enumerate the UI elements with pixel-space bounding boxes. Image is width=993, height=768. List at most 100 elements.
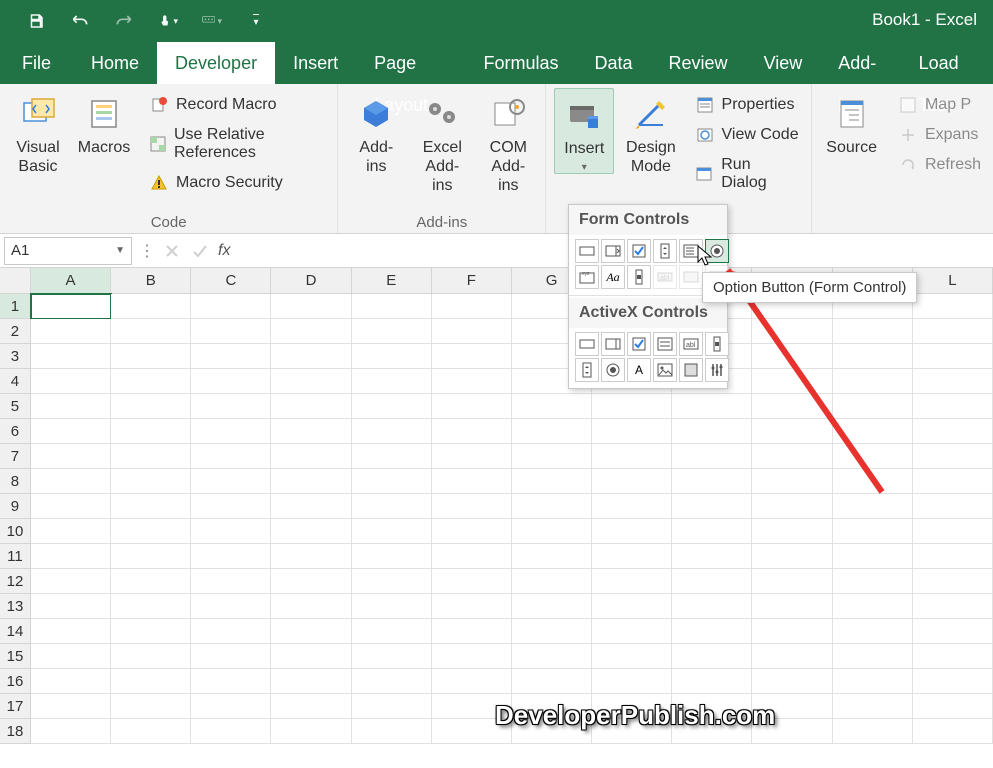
excel-addins-button[interactable]: Excel Add-ins <box>412 88 472 196</box>
form-groupbox-icon[interactable]: xyz <box>575 265 599 289</box>
cell[interactable] <box>913 519 993 544</box>
cell[interactable] <box>271 344 351 369</box>
cell[interactable] <box>191 569 271 594</box>
cell[interactable] <box>31 344 111 369</box>
tab-formulas[interactable]: Formulas <box>465 42 576 84</box>
row-header[interactable]: 14 <box>0 619 31 644</box>
cell[interactable] <box>271 669 351 694</box>
cell[interactable] <box>913 344 993 369</box>
tab-view[interactable]: View <box>746 42 821 84</box>
cell[interactable] <box>111 344 191 369</box>
cell[interactable] <box>111 569 191 594</box>
cell[interactable] <box>432 444 512 469</box>
ax-combo-icon[interactable] <box>601 332 625 356</box>
use-relative-references-button[interactable]: Use Relative References <box>146 124 329 164</box>
cell[interactable] <box>833 544 913 569</box>
cell[interactable] <box>833 469 913 494</box>
source-button[interactable]: Source <box>820 88 883 157</box>
cell[interactable] <box>512 569 592 594</box>
cell[interactable] <box>352 494 432 519</box>
ax-textbox-icon[interactable]: abl <box>679 332 703 356</box>
cell[interactable] <box>191 419 271 444</box>
form-combo-icon[interactable] <box>601 239 625 263</box>
cell[interactable] <box>271 394 351 419</box>
cell[interactable] <box>752 644 832 669</box>
cell[interactable] <box>833 694 913 719</box>
form-listbox-icon[interactable] <box>679 239 703 263</box>
cell[interactable] <box>432 344 512 369</box>
cell[interactable] <box>512 544 592 569</box>
map-properties-button[interactable]: Map P <box>895 94 985 116</box>
cell[interactable] <box>752 394 832 419</box>
cell[interactable] <box>352 344 432 369</box>
cell[interactable] <box>752 469 832 494</box>
cell[interactable] <box>913 669 993 694</box>
cell[interactable] <box>833 644 913 669</box>
cell[interactable] <box>672 394 752 419</box>
cell[interactable] <box>31 569 111 594</box>
cell[interactable] <box>752 369 832 394</box>
refresh-data-button[interactable]: Refresh <box>895 154 985 176</box>
cell[interactable] <box>432 419 512 444</box>
cell[interactable] <box>271 569 351 594</box>
cell[interactable] <box>833 619 913 644</box>
row-header[interactable]: 6 <box>0 419 31 444</box>
cell[interactable] <box>31 294 111 319</box>
cell[interactable] <box>913 394 993 419</box>
expansion-packs-button[interactable]: Expans <box>895 124 985 146</box>
row-header[interactable]: 2 <box>0 319 31 344</box>
cell[interactable] <box>913 544 993 569</box>
cell[interactable] <box>833 494 913 519</box>
cell[interactable] <box>672 644 752 669</box>
cell[interactable] <box>512 519 592 544</box>
addins-button[interactable]: Add- ins <box>346 88 406 176</box>
row-header[interactable]: 7 <box>0 444 31 469</box>
insert-controls-button[interactable]: Insert ▾ <box>554 88 614 174</box>
cell[interactable] <box>271 594 351 619</box>
cell[interactable] <box>752 344 832 369</box>
cell[interactable] <box>752 669 832 694</box>
cell[interactable] <box>833 719 913 744</box>
cell[interactable] <box>111 469 191 494</box>
cell[interactable] <box>111 544 191 569</box>
cell[interactable] <box>111 719 191 744</box>
cell[interactable] <box>111 444 191 469</box>
col-header[interactable]: A <box>31 268 111 293</box>
cell[interactable] <box>512 669 592 694</box>
qat-more-icon[interactable]: ▾ <box>246 11 266 31</box>
cell[interactable] <box>191 469 271 494</box>
cell[interactable] <box>752 569 832 594</box>
cell[interactable] <box>913 494 993 519</box>
cell[interactable] <box>111 494 191 519</box>
cell[interactable] <box>913 419 993 444</box>
cell[interactable] <box>592 469 672 494</box>
row-header[interactable]: 18 <box>0 719 31 744</box>
cell[interactable] <box>111 619 191 644</box>
row-header[interactable]: 15 <box>0 644 31 669</box>
cell[interactable] <box>271 694 351 719</box>
cell[interactable] <box>111 669 191 694</box>
ax-label-icon[interactable]: A <box>627 358 651 382</box>
cell[interactable] <box>833 344 913 369</box>
row-header[interactable]: 17 <box>0 694 31 719</box>
cell[interactable] <box>752 544 832 569</box>
row-header[interactable]: 5 <box>0 394 31 419</box>
cell[interactable] <box>432 394 512 419</box>
ax-listbox-icon[interactable] <box>653 332 677 356</box>
tab-review[interactable]: Review <box>651 42 746 84</box>
cell[interactable] <box>191 669 271 694</box>
visual-basic-button[interactable]: Visual Basic <box>8 88 68 176</box>
cell[interactable] <box>592 544 672 569</box>
col-header[interactable]: D <box>271 268 351 293</box>
cell[interactable] <box>833 669 913 694</box>
form-label-icon[interactable]: Aa <box>601 265 625 289</box>
cell[interactable] <box>913 469 993 494</box>
cell[interactable] <box>592 394 672 419</box>
cell[interactable] <box>352 519 432 544</box>
form-checkbox-icon[interactable] <box>627 239 651 263</box>
cell[interactable] <box>352 694 432 719</box>
row-header[interactable]: 11 <box>0 544 31 569</box>
cell[interactable] <box>111 294 191 319</box>
form-scrollbar-icon[interactable] <box>627 265 651 289</box>
cell[interactable] <box>913 319 993 344</box>
